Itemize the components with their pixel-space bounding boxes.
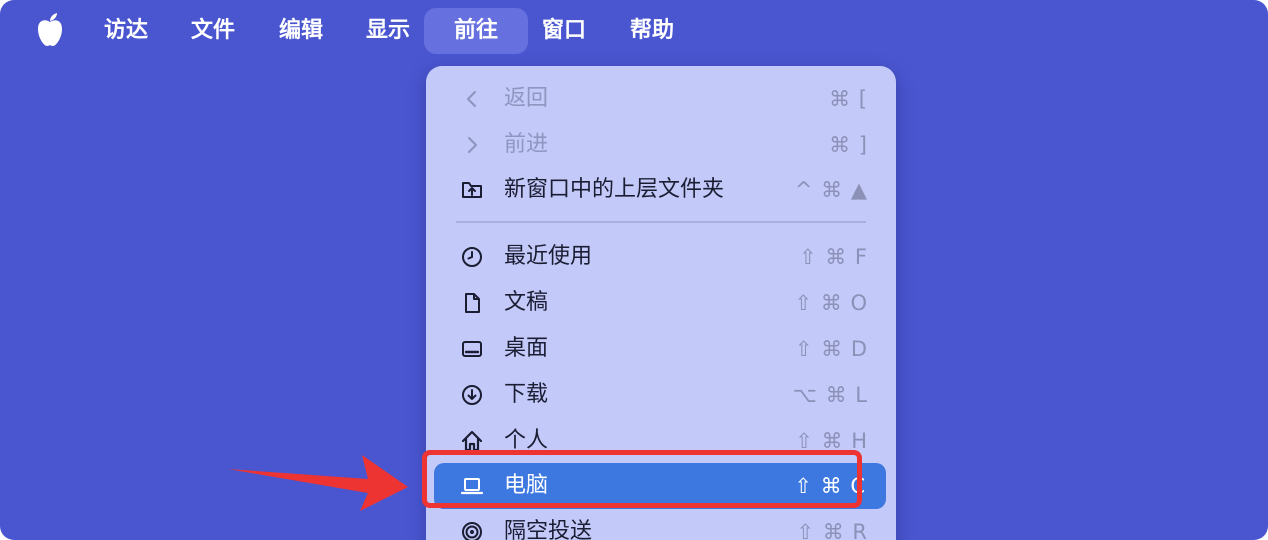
menu-finder[interactable]: 访达	[94, 8, 158, 54]
menu-item-shortcut: ⇧ ⌘ O	[794, 291, 868, 315]
desktop-background: 访达 文件 编辑 显示 前往 窗口 帮助 返回 ⌘ [ 前进 ⌘ ] 新窗口中的…	[0, 0, 1268, 540]
menu-item-label: 隔空投送	[504, 519, 593, 540]
menu-view[interactable]: 显示	[356, 8, 420, 54]
go-menu-item-enclosing-folder[interactable]: 新窗口中的上层文件夹 ^ ⌘ ▲	[426, 167, 896, 213]
go-menu-item-downloads[interactable]: 下载 ⌥ ⌘ L	[426, 372, 896, 418]
menu-item-shortcut: ⇧ ⌘ D	[794, 337, 868, 361]
menu-file[interactable]: 文件	[181, 8, 245, 54]
menu-help[interactable]: 帮助	[620, 8, 684, 54]
airdrop-icon	[460, 520, 484, 540]
chevron-left-icon	[460, 87, 484, 111]
menu-item-shortcut: ⌘ ]	[829, 133, 868, 157]
clock-icon	[460, 245, 484, 269]
menu-item-shortcut: ⌥ ⌘ L	[792, 383, 868, 407]
menu-window[interactable]: 窗口	[532, 8, 596, 54]
folder-up-icon	[460, 178, 484, 202]
menu-item-shortcut: ⌘ [	[829, 87, 868, 111]
menu-item-label: 新窗口中的上层文件夹	[504, 177, 725, 202]
menu-item-shortcut: ^ ⌘ ▲	[794, 178, 868, 202]
menu-item-shortcut: ⇧ ⌘ R	[796, 520, 868, 540]
menu-item-label: 桌面	[504, 336, 549, 361]
document-icon	[460, 291, 484, 315]
menu-item-label: 前进	[504, 132, 549, 157]
menu-item-label: 最近使用	[504, 244, 593, 269]
menu-item-label: 文稿	[504, 290, 549, 315]
annotation-arrow-icon	[228, 455, 408, 511]
menu-separator	[456, 221, 866, 223]
menu-item-label: 下载	[504, 382, 549, 407]
menu-edit[interactable]: 编辑	[269, 8, 333, 54]
go-menu-item-forward[interactable]: 前进 ⌘ ]	[426, 122, 896, 168]
apple-logo-icon[interactable]	[36, 13, 64, 47]
chevron-right-icon	[460, 133, 484, 157]
go-menu-item-recents[interactable]: 最近使用 ⇧ ⌘ F	[426, 234, 896, 280]
menu-item-label: 返回	[504, 86, 549, 111]
annotation-highlight-box	[422, 450, 862, 508]
menu-go[interactable]: 前往	[424, 8, 528, 54]
go-menu-item-desktop[interactable]: 桌面 ⇧ ⌘ D	[426, 326, 896, 372]
download-icon	[460, 383, 484, 407]
go-menu-item-back[interactable]: 返回 ⌘ [	[426, 76, 896, 122]
go-menu-item-airdrop[interactable]: 隔空投送 ⇧ ⌘ R	[426, 509, 896, 540]
go-menu-item-documents[interactable]: 文稿 ⇧ ⌘ O	[426, 280, 896, 326]
menu-item-shortcut: ⇧ ⌘ F	[798, 245, 868, 269]
menu-bar: 访达 文件 编辑 显示 前往 窗口 帮助	[0, 0, 1268, 64]
desktop-icon	[460, 337, 484, 361]
